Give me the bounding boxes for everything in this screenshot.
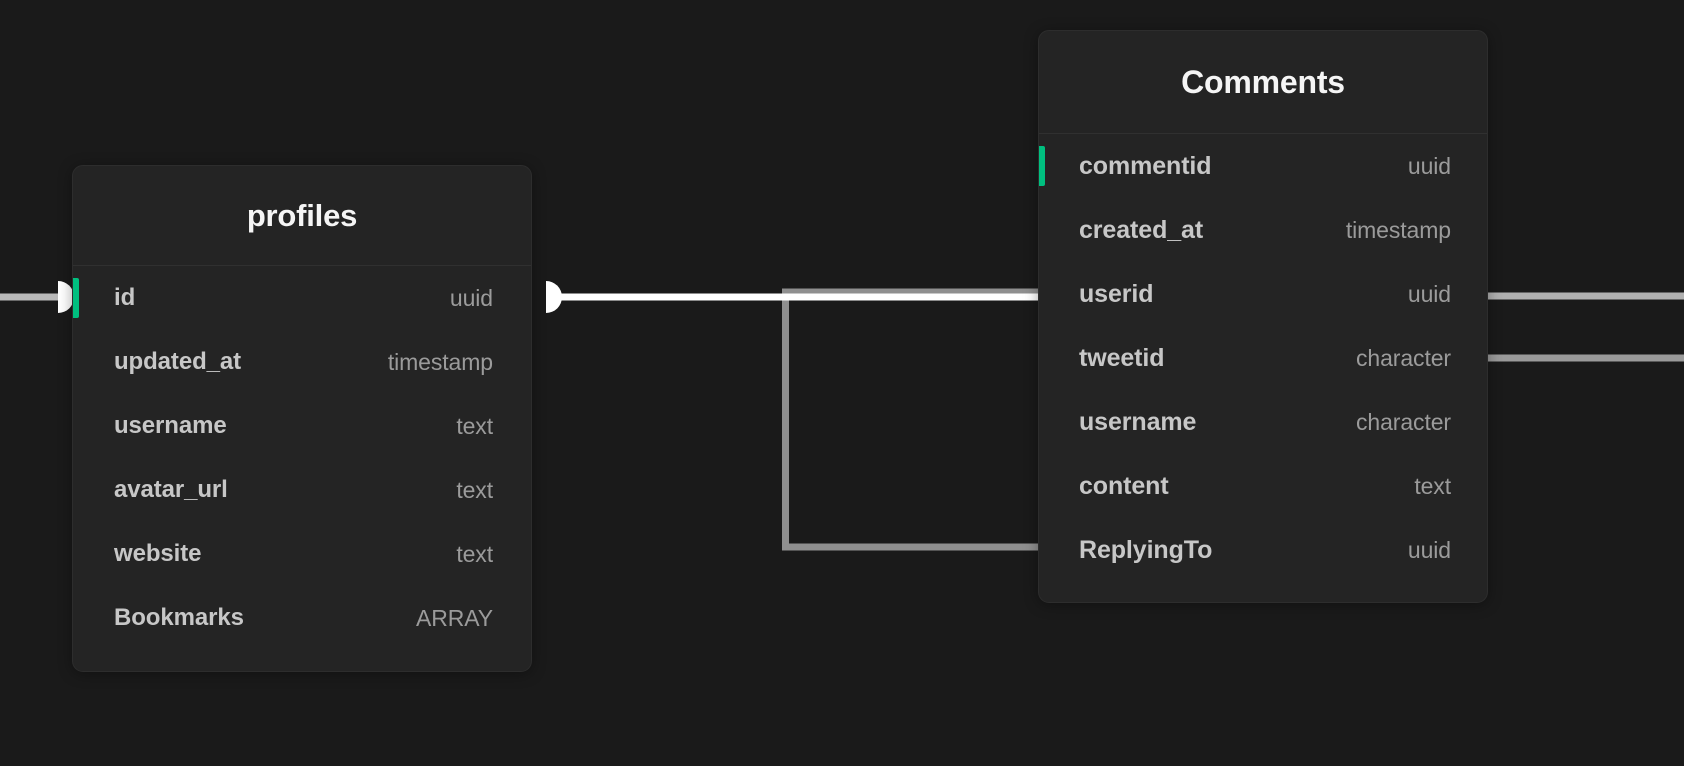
table-columns-comments: commentid uuid created_at timestamp user… <box>1039 134 1487 582</box>
diagram-canvas[interactable]: profiles id uuid updated_at timestamp us… <box>0 0 1684 766</box>
table-row[interactable]: avatar_url text <box>73 458 531 522</box>
column-type: uuid <box>1407 152 1451 179</box>
column-type: text <box>456 540 493 567</box>
table-columns-profiles: id uuid updated_at timestamp username te… <box>73 266 531 650</box>
table-row[interactable]: username character <box>1039 390 1487 454</box>
column-name: website <box>114 540 202 567</box>
edge-elbow-secondary <box>782 288 1038 551</box>
column-type: timestamp <box>1345 216 1451 243</box>
column-name: ReplyingTo <box>1079 535 1213 564</box>
column-name: tweetid <box>1079 343 1165 372</box>
table-title: Comments <box>1181 64 1345 100</box>
table-title: profiles <box>246 198 358 233</box>
column-name: created_at <box>1079 215 1204 244</box>
column-name: updated_at <box>114 348 242 375</box>
table-row[interactable]: website text <box>73 522 531 586</box>
edge-incoming-profiles-id <box>0 281 74 313</box>
column-name: content <box>1079 471 1169 500</box>
column-name: commentid <box>1079 151 1212 180</box>
column-name: Bookmarks <box>114 604 244 631</box>
column-type: character <box>1356 344 1451 371</box>
column-type: text <box>456 412 493 439</box>
column-name: avatar_url <box>114 476 228 503</box>
table-row[interactable]: userid uuid <box>1039 262 1487 326</box>
table-row[interactable]: commentid uuid <box>1039 134 1487 198</box>
column-name: username <box>1079 407 1197 436</box>
primary-key-indicator <box>1039 146 1045 186</box>
column-type: timestamp <box>387 348 493 375</box>
column-type: text <box>456 476 493 503</box>
table-row[interactable]: tweetid character <box>1039 326 1487 390</box>
table-row[interactable]: username text <box>73 394 531 458</box>
table-row[interactable]: updated_at timestamp <box>73 330 531 394</box>
column-name: userid <box>1079 279 1154 308</box>
table-row[interactable]: content text <box>1039 454 1487 518</box>
column-type: uuid <box>1407 536 1451 563</box>
column-name: username <box>114 412 227 439</box>
column-type: character <box>1356 408 1451 435</box>
column-type: ARRAY <box>415 604 493 631</box>
table-row[interactable]: id uuid <box>73 266 531 330</box>
primary-key-indicator <box>73 278 79 318</box>
edge-profiles-id-to-comments <box>546 281 1038 313</box>
table-card-comments[interactable]: Comments commentid uuid created_at times… <box>1038 30 1488 603</box>
table-header-profiles[interactable]: profiles <box>73 166 531 266</box>
table-row[interactable]: ReplyingTo uuid <box>1039 518 1487 582</box>
column-name: id <box>114 284 136 311</box>
table-row[interactable]: Bookmarks ARRAY <box>73 586 531 650</box>
table-card-profiles[interactable]: profiles id uuid updated_at timestamp us… <box>72 165 532 672</box>
table-row[interactable]: created_at timestamp <box>1039 198 1487 262</box>
column-type: uuid <box>449 284 493 311</box>
column-type: uuid <box>1407 280 1451 307</box>
table-header-comments[interactable]: Comments <box>1039 31 1487 134</box>
column-type: text <box>1414 472 1451 499</box>
